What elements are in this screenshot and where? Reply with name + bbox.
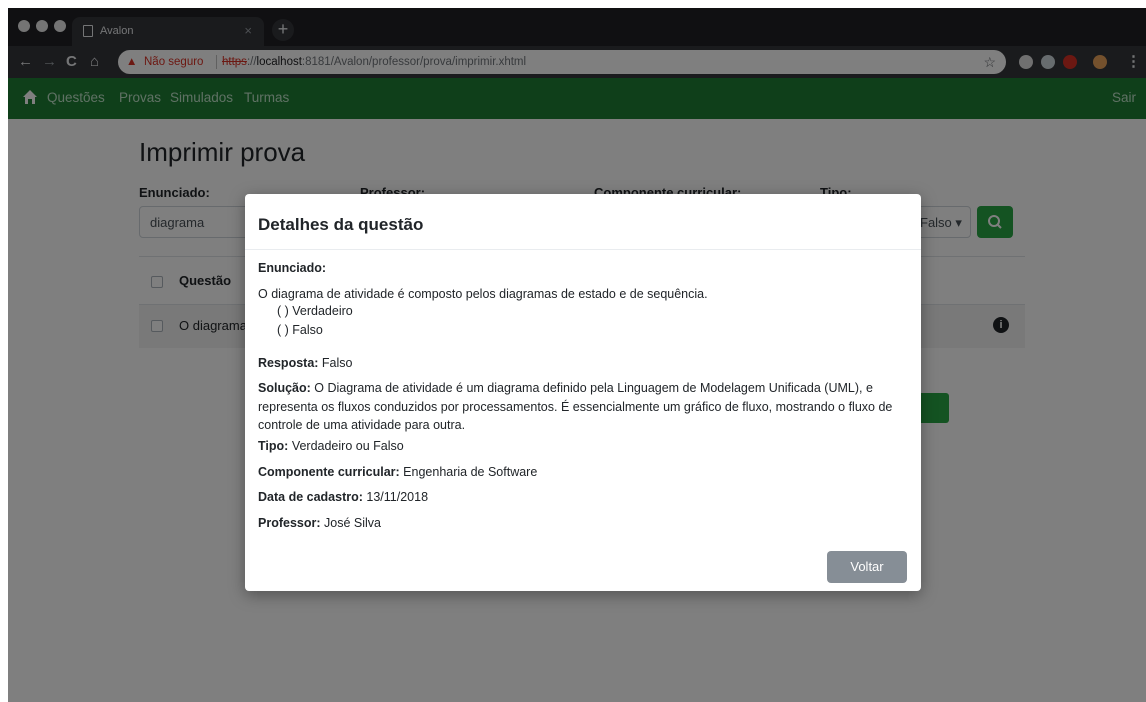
data-cadastro-field: Data de cadastro: 13/11/2018 bbox=[258, 488, 428, 506]
option-falso: ( ) Falso bbox=[277, 323, 323, 337]
enunciado-label: Enunciado: bbox=[258, 261, 327, 275]
componente-value: Engenharia de Software bbox=[403, 465, 538, 479]
resposta-label: Resposta: bbox=[258, 356, 319, 370]
option-verdadeiro: ( ) Verdadeiro bbox=[277, 304, 353, 318]
question-details-modal: Detalhes da questão Enunciado: O diagram… bbox=[245, 194, 921, 591]
professor-field: Professor: José Silva bbox=[258, 514, 381, 532]
browser-window: Avalon × + ← → C ⌂ ▲ Não seguro https://… bbox=[8, 8, 1146, 702]
back-button[interactable]: Voltar bbox=[827, 551, 907, 583]
tipo-label: Tipo: bbox=[258, 439, 289, 453]
modal-title: Detalhes da questão bbox=[258, 215, 424, 234]
componente-label: Componente curricular: bbox=[258, 465, 400, 479]
tipo-field: Tipo: Verdadeiro ou Falso bbox=[258, 437, 404, 455]
enunciado-text: O diagrama de atividade é composto pelos… bbox=[258, 287, 708, 301]
solucao-label: Solução: bbox=[258, 381, 311, 395]
componente-field: Componente curricular: Engenharia de Sof… bbox=[258, 463, 537, 481]
data-cadastro-value: 13/11/2018 bbox=[366, 490, 429, 504]
data-cadastro-label: Data de cadastro: bbox=[258, 490, 363, 504]
resposta-field: Resposta: Falso bbox=[258, 354, 353, 372]
solucao-value: O Diagrama de atividade é um diagrama de… bbox=[258, 381, 893, 432]
modal-header: Detalhes da questão bbox=[245, 194, 921, 250]
resposta-value: Falso bbox=[321, 356, 353, 370]
tipo-value: Verdadeiro ou Falso bbox=[291, 439, 404, 453]
professor-label: Professor: bbox=[258, 516, 321, 530]
professor-value: José Silva bbox=[324, 516, 381, 530]
enunciado-field: Enunciado: bbox=[258, 259, 326, 277]
solucao-field: Solução: O Diagrama de atividade é um di… bbox=[258, 379, 908, 435]
